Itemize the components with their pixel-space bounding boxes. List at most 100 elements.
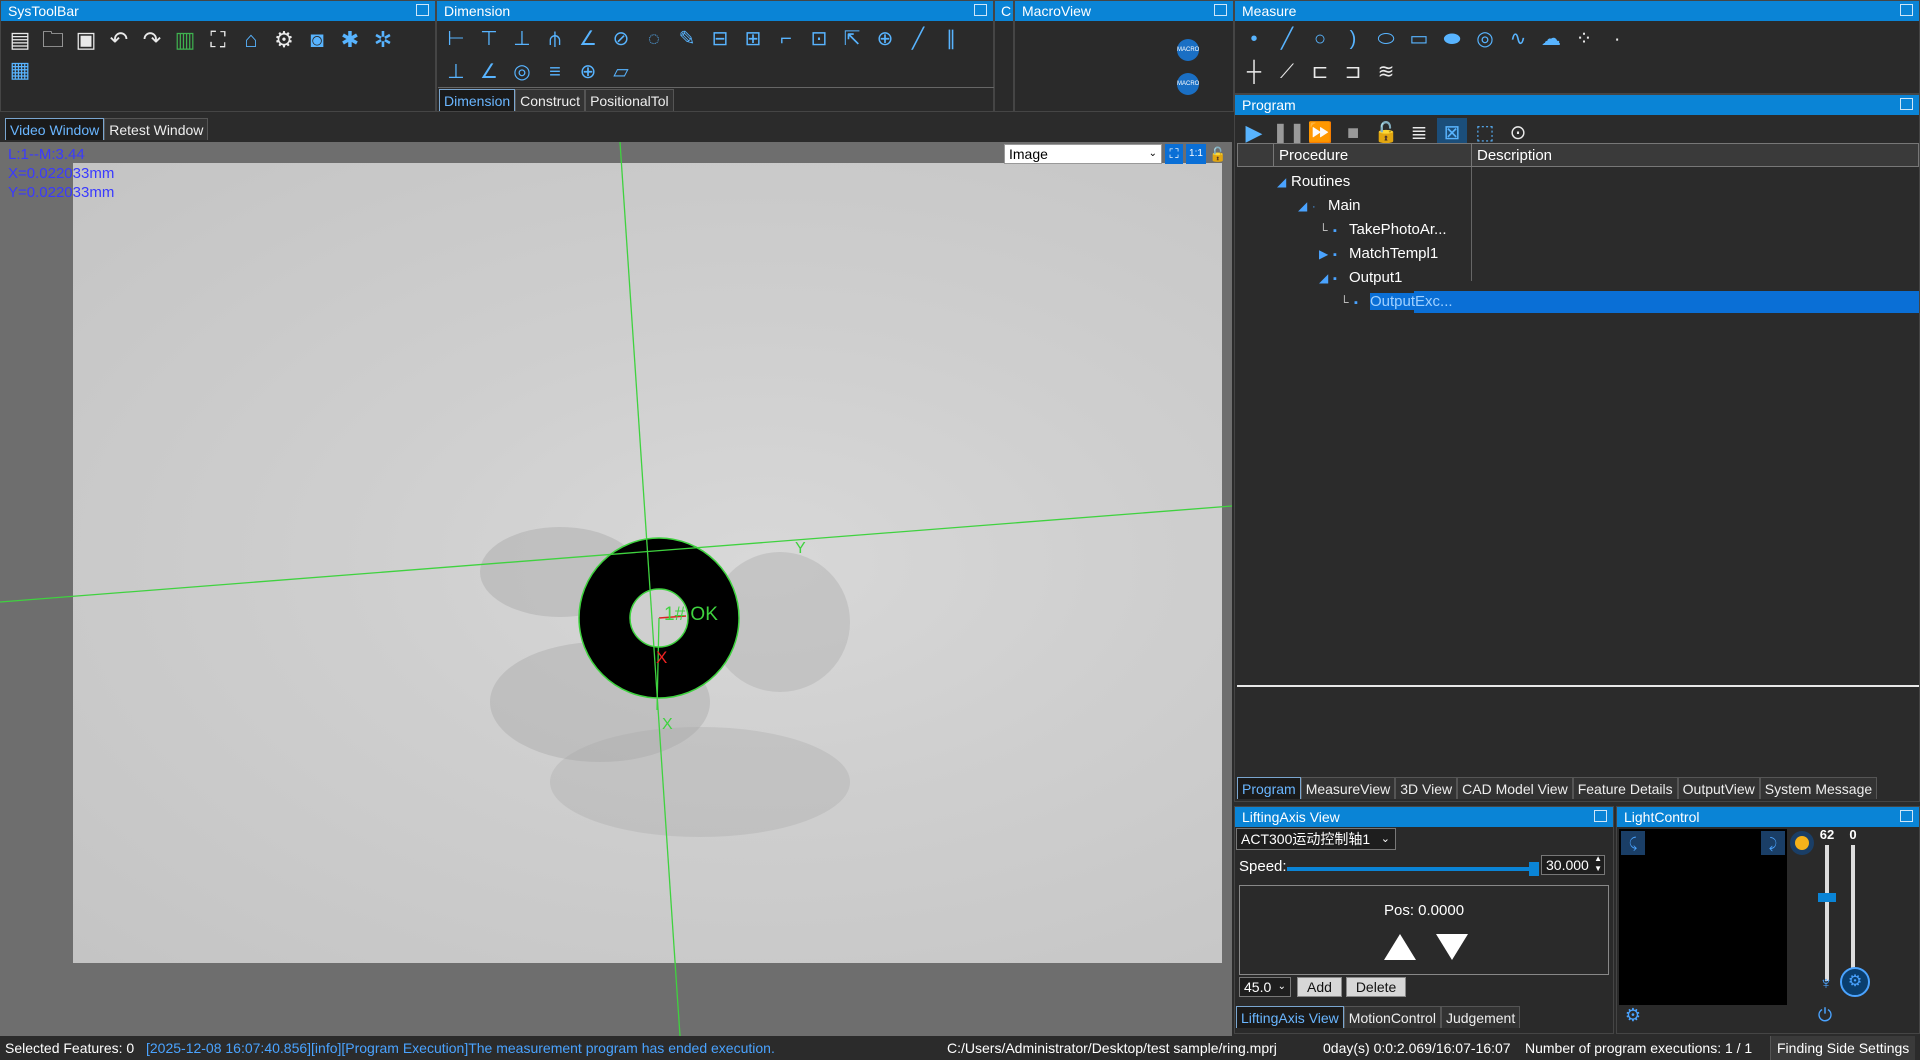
image-select[interactable]: Image ⌄ [1004,144,1162,164]
tab-judgement[interactable]: Judgement [1440,1006,1521,1028]
dim-line-icon[interactable]: ╱ [903,24,933,54]
tree-item[interactable]: ◢ Routines [1237,171,1919,193]
arc-icon[interactable]: ) [1338,24,1368,54]
tab-outputview[interactable]: OutputView [1677,777,1760,799]
fit-screen-icon[interactable]: ⛶ [203,25,233,55]
expand-open-icon[interactable]: ◢ [1298,195,1312,217]
concentric-icon[interactable]: ◎ [507,57,537,87]
undo-icon[interactable]: ↶ [104,25,134,55]
edge-icon[interactable]: ⟋ [1272,57,1302,87]
dim-parallel-icon[interactable]: ∥ [936,24,966,54]
light-slider-b[interactable] [1851,845,1855,981]
speed-input[interactable]: 30.000 ▲ ▼ [1541,854,1605,875]
lock-icon[interactable]: 🔓 [1209,144,1227,164]
tree-item[interactable]: ◢ · Main [1237,195,1919,217]
point-icon[interactable]: • [1239,24,1269,54]
move-up-icon[interactable] [1384,934,1416,960]
dim-radius-icon[interactable]: ◌ [639,24,669,54]
light-slider-a-thumb[interactable] [1818,892,1836,902]
tab-cad-model-view[interactable]: CAD Model View [1457,777,1573,799]
rotate-right-icon[interactable]: ⤸ [1761,831,1785,855]
tab-measureview[interactable]: MeasureView [1300,777,1396,799]
symmetry-icon[interactable]: ≡ [540,57,570,87]
expand-open-icon[interactable]: ◢ [1277,171,1291,193]
bulb-icon[interactable] [1790,831,1814,855]
camera-icon[interactable]: ◙ [302,25,332,55]
lamp-icon[interactable]: ♆ [1814,971,1838,995]
dim-angle-icon[interactable]: ∠ [573,24,603,54]
finding-side-settings[interactable]: Finding Side Settings [1770,1036,1916,1060]
tab-3d-view[interactable]: 3D View [1395,777,1458,799]
add-button[interactable]: Add [1297,977,1342,997]
tree-item[interactable]: ◢ ▪ Output1 [1237,267,1919,289]
collapsed-panel[interactable]: C [994,0,1014,112]
open-folder-icon[interactable]: 🗀 [38,25,68,55]
dim-height-icon[interactable]: ⫛ [540,24,570,54]
tree-item[interactable]: ▶ ▪ MatchTempl1 [1237,243,1919,265]
expand-closed-icon[interactable]: ▶ [1319,243,1333,265]
tree-item[interactable]: └ ▪ OutputExc... [1237,291,1919,313]
perpendicular-icon[interactable]: ⊥ [441,57,471,87]
grid-icon[interactable]: ▦ [5,55,35,85]
tab-program[interactable]: Program [1237,777,1301,799]
focus-point-icon[interactable]: ∙ [1602,24,1632,54]
spinner-icon[interactable]: ▲ ▼ [1594,854,1602,874]
angle-icon[interactable]: ∠ [474,57,504,87]
zoom-1to1-button[interactable]: 1:1 [1186,144,1206,164]
dock-icon[interactable] [416,4,429,16]
tab-system-message[interactable]: System Message [1759,777,1878,799]
column-procedure[interactable]: Procedure [1274,144,1472,166]
column-description[interactable]: Description [1472,144,1918,166]
tab-liftingaxis-view[interactable]: LiftingAxis View [1236,1006,1344,1028]
blob-icon[interactable]: ☁ [1536,24,1566,54]
speed-slider[interactable] [1287,862,1539,876]
speed-slider-thumb[interactable] [1528,862,1539,876]
rectangle-icon[interactable]: ▭ [1404,24,1434,54]
ellipse-icon[interactable]: ⬭ [1371,24,1401,54]
tab-dimension[interactable]: Dimension [439,89,516,111]
move-down-icon[interactable] [1436,934,1468,960]
delete-button[interactable]: Delete [1345,977,1407,997]
new-program-icon[interactable]: ▤ [5,25,35,55]
curve-icon[interactable]: ∿ [1503,24,1533,54]
feature-label[interactable]: 1# OK [664,604,718,626]
rotate-left-icon[interactable]: ⤹ [1621,831,1645,855]
thread-icon[interactable]: ≋ [1371,57,1401,87]
dim-box-icon[interactable]: ⊡ [804,24,834,54]
tab-video-window[interactable]: Video Window [5,118,105,140]
tab-motioncontrol[interactable]: MotionControl [1343,1006,1441,1028]
tab-positionaltol[interactable]: PositionalTol [585,89,674,111]
dim-edit-icon[interactable]: ✎ [672,24,702,54]
dock-icon[interactable] [1900,810,1913,822]
position-icon[interactable]: ⊕ [573,57,603,87]
light-ring-button[interactable]: ⚙ [1840,967,1870,997]
dock-icon[interactable] [1900,98,1913,110]
dock-icon[interactable] [1594,810,1607,822]
redo-icon[interactable]: ↷ [137,25,167,55]
home-icon[interactable]: ⌂ [236,25,266,55]
dock-icon[interactable] [974,4,987,16]
dim-diameter-icon[interactable]: ⊘ [606,24,636,54]
cross-icon[interactable]: ┼ [1239,57,1269,87]
dim-xy-icon[interactable]: ⊢ [441,24,471,54]
dim-crosshair-icon[interactable]: ⊕ [870,24,900,54]
tree-item[interactable]: └ ▪ TakePhotoAr... [1237,219,1919,241]
point-cloud-icon[interactable]: ⁘ [1569,24,1599,54]
power-icon[interactable]: ⏻ [1813,1003,1837,1027]
dim-step-icon[interactable]: ⌐ [771,24,801,54]
save-icon[interactable]: ▣ [71,25,101,55]
line-icon[interactable]: ╱ [1272,24,1302,54]
splitter[interactable] [1237,685,1919,687]
dim-h-distance-icon[interactable]: ⊟ [705,24,735,54]
ring-light-icon[interactable]: ⚙ [1621,1003,1645,1027]
dim-y-icon[interactable]: ⊥ [507,24,537,54]
height-measure-icon[interactable]: ⊐ [1338,57,1368,87]
dim-v-distance-icon[interactable]: ⊞ [738,24,768,54]
plugins-icon[interactable]: ✲ [368,25,398,55]
excel-icon[interactable]: ▥ [170,25,200,55]
video-canvas[interactable]: 1# OK X X Y L:1--M:3.44 X=0.022033mm Y=0… [0,142,1232,1036]
dim-select-icon[interactable]: ⇱ [837,24,867,54]
step-select[interactable]: 45.0 ⌄ [1239,977,1291,997]
flatness-icon[interactable]: ▱ [606,57,636,87]
width-icon[interactable]: ⊏ [1305,57,1335,87]
